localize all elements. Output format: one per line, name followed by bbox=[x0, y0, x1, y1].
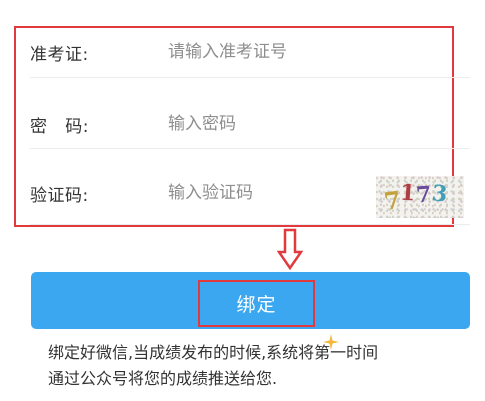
captcha-image[interactable]: 7 1 7 3 bbox=[376, 176, 464, 218]
captcha-char: 1 bbox=[399, 179, 417, 207]
bind-page: 准考证: 密 码: 验证码: 7 1 7 3 绑定 绑定好微信,当成绩发布的时候… bbox=[0, 0, 485, 401]
info-line-1: 绑定好微信,当成绩发布的时候,系统将第一时间 bbox=[48, 343, 379, 362]
captcha-char: 7 bbox=[415, 181, 433, 209]
captcha-input[interactable] bbox=[168, 183, 368, 203]
bind-button-label: 绑定 bbox=[236, 294, 277, 316]
captcha-char: 3 bbox=[430, 180, 449, 208]
ticket-label: 准考证: bbox=[30, 44, 89, 65]
bind-button[interactable]: 绑定 bbox=[31, 272, 470, 329]
password-input[interactable] bbox=[168, 114, 368, 134]
down-arrow-icon bbox=[277, 228, 303, 270]
row-divider bbox=[30, 224, 470, 225]
info-text: 绑定好微信,当成绩发布的时候,系统将第一时间 通过公众号将您的成绩推送给您. bbox=[48, 340, 478, 392]
captcha-label: 验证码: bbox=[30, 185, 89, 206]
row-divider bbox=[30, 77, 470, 78]
password-label: 密 码: bbox=[30, 116, 89, 137]
password-row: 密 码: bbox=[30, 104, 470, 144]
info-line-2: 通过公众号将您的成绩推送给您. bbox=[48, 369, 278, 388]
ticket-row: 准考证: bbox=[30, 32, 470, 72]
bind-button-highlight: 绑定 bbox=[198, 280, 315, 327]
row-divider bbox=[30, 148, 470, 149]
ticket-input[interactable] bbox=[168, 42, 368, 62]
